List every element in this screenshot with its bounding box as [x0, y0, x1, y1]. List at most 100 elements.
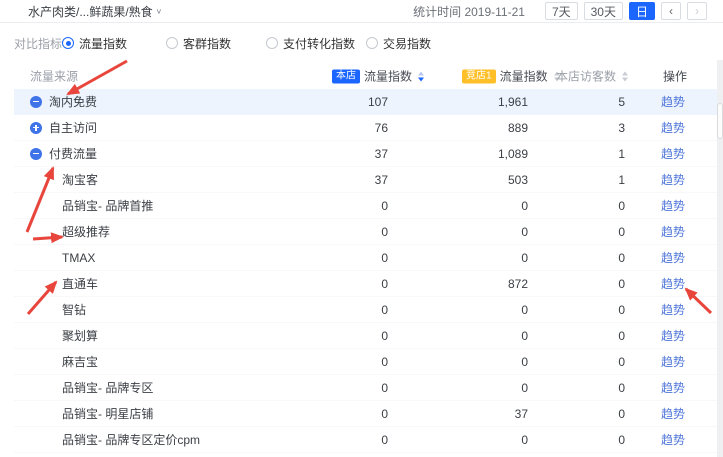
shop-metric-label: 流量指数	[364, 68, 412, 85]
table-row[interactable]: 直通车 0 872 0 趋势	[14, 271, 717, 297]
trend-link[interactable]: 趋势	[661, 251, 685, 265]
table-body: 淘内免费 107 1,961 5 趋势 自主访问 76 889 3 趋势 付费流…	[14, 89, 717, 453]
trend-link[interactable]: 趋势	[661, 225, 685, 239]
rival-badge: 竞店1	[462, 69, 496, 83]
collapse-icon[interactable]	[30, 96, 42, 108]
trend-link[interactable]: 趋势	[661, 381, 685, 395]
col-rival-index-header: 竞店1 流量指数	[462, 68, 560, 85]
visitors-value: 0	[532, 433, 629, 447]
scrollbar-thumb[interactable]	[717, 103, 723, 139]
metric-radio-option[interactable]: 支付转化指数	[266, 35, 366, 52]
trend-link[interactable]: 趋势	[661, 121, 685, 135]
source-name: 淘宝客	[62, 171, 98, 188]
trend-link[interactable]: 趋势	[661, 95, 685, 109]
next-date-button[interactable]: ›	[687, 2, 707, 20]
radio-icon	[366, 37, 378, 49]
table-row[interactable]: 麻吉宝 0 0 0 趋势	[14, 349, 717, 375]
category-breadcrumb[interactable]: 水产肉类/...鲜蔬果/熟食 ∨	[28, 3, 162, 20]
source-name: 直通车	[62, 275, 98, 292]
chevron-down-icon: ∨	[156, 7, 163, 16]
rival-metric-label: 流量指数	[500, 68, 548, 85]
table-row[interactable]: 超级推荐 0 0 0 趋势	[14, 219, 717, 245]
table-row[interactable]: 自主访问 76 889 3 趋势	[14, 115, 717, 141]
trend-link[interactable]: 趋势	[661, 277, 685, 291]
source-name: 淘内免费	[49, 93, 97, 110]
table-row[interactable]: 聚划算 0 0 0 趋势	[14, 323, 717, 349]
trend-link[interactable]: 趋势	[661, 173, 685, 187]
table-row[interactable]: TMAX 0 0 0 趋势	[14, 245, 717, 271]
collapse-icon[interactable]	[30, 148, 42, 160]
visitors-value: 0	[532, 225, 629, 239]
source-name: 智钻	[62, 301, 86, 318]
topbar: 水产肉类/...鲜蔬果/熟食 ∨ 统计时间 2019-11-21 7天30天日 …	[0, 0, 723, 23]
visitors-value: 1	[532, 147, 629, 161]
col-action-header: 操作	[663, 68, 687, 85]
sort-icon[interactable]	[622, 71, 628, 81]
prev-date-button[interactable]: ‹	[661, 2, 681, 20]
radio-icon	[266, 37, 278, 49]
shop-index-value: 0	[312, 407, 392, 421]
trend-link[interactable]: 趋势	[661, 303, 685, 317]
metric-radio-option[interactable]: 流量指数	[62, 35, 166, 52]
sort-icon[interactable]	[418, 71, 424, 81]
source-name: 麻吉宝	[62, 353, 98, 370]
table-row[interactable]: 淘宝客 37 503 1 趋势	[14, 167, 717, 193]
rival-index-value: 0	[392, 381, 532, 395]
rival-index-value: 0	[392, 199, 532, 213]
source-name: 品销宝- 品牌专区	[62, 379, 153, 396]
visitors-value: 1	[532, 173, 629, 187]
visitors-value: 0	[532, 355, 629, 369]
rival-index-value: 37	[392, 407, 532, 421]
rival-index-value: 1,089	[392, 147, 532, 161]
source-name: 品销宝- 品牌专区定价cpm	[62, 431, 200, 448]
trend-link[interactable]: 趋势	[661, 147, 685, 161]
trend-link[interactable]: 趋势	[661, 433, 685, 447]
radio-icon	[62, 37, 74, 49]
date-range-button[interactable]: 日	[629, 2, 655, 20]
visitors-value: 0	[532, 329, 629, 343]
metric-radio-option[interactable]: 客群指数	[166, 35, 266, 52]
shop-index-value: 0	[312, 225, 392, 239]
shop-index-value: 0	[312, 381, 392, 395]
date-range-button[interactable]: 7天	[545, 2, 578, 20]
col-source-header: 流量来源	[30, 68, 78, 85]
trend-link[interactable]: 趋势	[661, 355, 685, 369]
source-name: 品销宝- 品牌首推	[62, 197, 153, 214]
source-name: 付费流量	[49, 145, 97, 162]
table-row[interactable]: 淘内免费 107 1,961 5 趋势	[14, 89, 717, 115]
vertical-scrollbar[interactable]	[717, 60, 723, 457]
source-name: TMAX	[62, 251, 95, 265]
shop-index-value: 0	[312, 277, 392, 291]
table-row[interactable]: 智钻 0 0 0 趋势	[14, 297, 717, 323]
table-row[interactable]: 付费流量 37 1,089 1 趋势	[14, 141, 717, 167]
shop-index-value: 0	[312, 329, 392, 343]
shop-index-value: 0	[312, 251, 392, 265]
radio-label: 流量指数	[79, 35, 127, 52]
shop-index-value: 76	[312, 121, 392, 135]
table-row[interactable]: 品销宝- 品牌首推 0 0 0 趋势	[14, 193, 717, 219]
shop-index-value: 0	[312, 199, 392, 213]
table-row[interactable]: 品销宝- 品牌专区 0 0 0 趋势	[14, 375, 717, 401]
metric-radio-group: 流量指数 客群指数 支付转化指数 交易指数	[62, 35, 466, 52]
range-buttons: 7天 30天日	[545, 2, 655, 20]
visitors-value: 0	[532, 407, 629, 421]
date-controls: 统计时间 2019-11-21 7天30天日 ‹ ›	[413, 2, 707, 20]
table-row[interactable]: 品销宝- 品牌专区定价cpm 0 0 0 趋势	[14, 427, 717, 453]
expand-icon[interactable]	[30, 122, 42, 134]
rival-index-value: 0	[392, 225, 532, 239]
col-shop-index-header: 本店 流量指数	[332, 68, 424, 85]
visitors-value: 0	[532, 303, 629, 317]
trend-link[interactable]: 趋势	[661, 407, 685, 421]
metric-radio-option[interactable]: 交易指数	[366, 35, 466, 52]
date-range-button[interactable]: 30天	[584, 2, 623, 20]
table-header: 流量来源 本店 流量指数 竞店1 流量指数 本店访客数 操作	[14, 63, 717, 89]
col-visitors-header: 本店访客数	[556, 68, 628, 85]
table-row[interactable]: 品销宝- 明星店铺 0 37 0 趋势	[14, 401, 717, 427]
compare-metric-row: 对比指标 流量指数 客群指数 支付转化指数 交易指数	[0, 32, 723, 54]
trend-link[interactable]: 趋势	[661, 199, 685, 213]
visitors-value: 0	[532, 199, 629, 213]
shop-index-value: 0	[312, 355, 392, 369]
rival-index-value: 0	[392, 303, 532, 317]
trend-link[interactable]: 趋势	[661, 329, 685, 343]
visitors-value: 0	[532, 277, 629, 291]
